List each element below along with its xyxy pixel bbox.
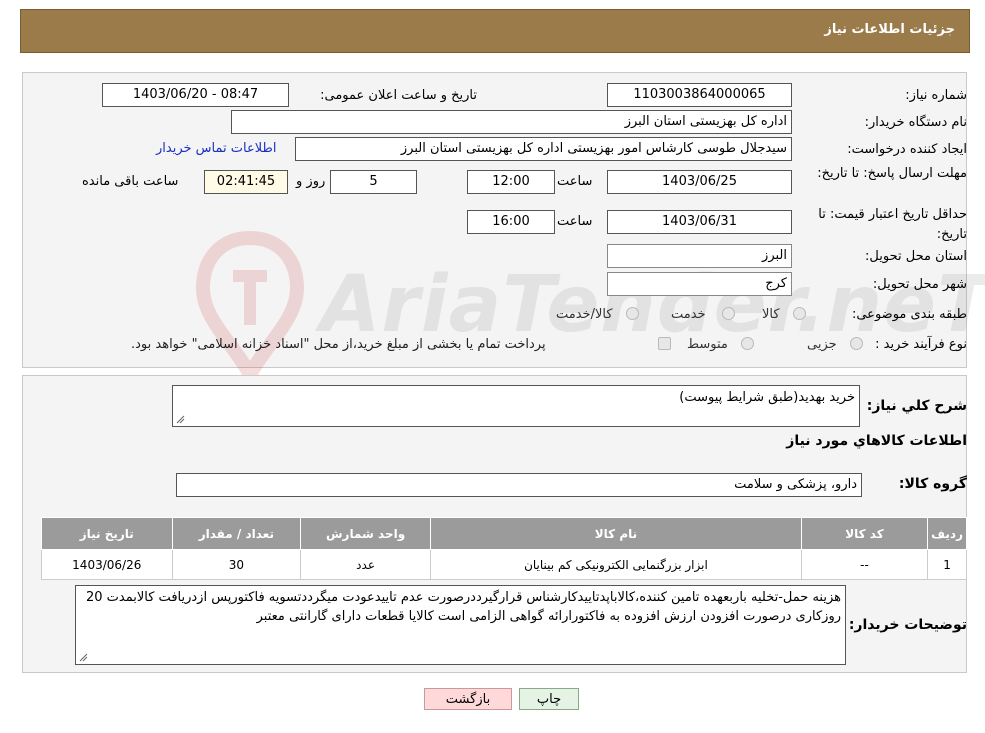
- process-option-minor: جزیی: [807, 337, 837, 352]
- category-label: طبقه بندی موضوعی:: [851, 307, 967, 322]
- deadline-time-field: 12:00: [467, 170, 555, 194]
- remaining-time-field: 02:41:45: [204, 170, 288, 194]
- days-label: روز و: [296, 174, 326, 189]
- cell-unit: عدد: [300, 549, 432, 580]
- requester-label: ایجاد کننده درخواست:: [847, 142, 967, 157]
- announce-label: تاریخ و ساعت اعلان عمومی:: [320, 88, 477, 103]
- cell-row: 1: [927, 549, 967, 580]
- group-label: گروه کالا:: [898, 476, 967, 492]
- validity-time-label: ساعت: [557, 214, 593, 229]
- items-table: ردیف کد کالا نام کالا واحد شمارش تعداد /…: [41, 517, 967, 580]
- print-button[interactable]: چاپ: [519, 688, 579, 710]
- resize-grip-icon: [176, 415, 185, 424]
- requester-field: سیدجلال طوسی کارشاس امور بهزیستی اداره ک…: [295, 137, 792, 161]
- buyer-contact-link[interactable]: اطلاعات تماس خریدار: [156, 141, 276, 156]
- category-radio-goods[interactable]: [793, 307, 806, 320]
- process-radio-minor[interactable]: [850, 337, 863, 350]
- page-header: جزئیات اطلاعات نیاز: [20, 9, 970, 53]
- col-date: تاریخ نیاز: [41, 517, 173, 550]
- need-number-label: شماره نیاز:: [905, 88, 967, 103]
- table-row: 1 -- ابزار بزرگنمایی الکترونیکی کم بینای…: [41, 549, 967, 580]
- page-title: جزئیات اطلاعات نیاز: [824, 22, 955, 37]
- col-code: کد کالا: [800, 517, 929, 550]
- cell-date: 1403/06/26: [41, 549, 173, 580]
- days-field: 5: [330, 170, 417, 194]
- buyer-org-field: اداره کل بهزیستی استان البرز: [231, 110, 792, 134]
- treasury-checkbox[interactable]: [658, 337, 671, 350]
- validity-label: حداقل تاریخ اعتبار قیمت: تا تاریخ:: [818, 207, 967, 242]
- desc-field: خرید بهدید(طبق شرایط پیوست): [172, 385, 860, 427]
- group-field: دارو، پزشکی و سلامت: [176, 473, 862, 497]
- process-label: نوع فرآیند خرید :: [875, 337, 967, 352]
- col-row: ردیف: [927, 517, 967, 550]
- category-radio-service[interactable]: [722, 307, 735, 320]
- announce-field: 1403/06/20 - 08:47: [102, 83, 289, 107]
- desc-label: شرح کلي نياز:: [866, 398, 967, 414]
- city-field: کرج: [607, 272, 792, 296]
- col-qty: تعداد / مقدار: [171, 517, 302, 550]
- resize-grip-icon: [79, 653, 88, 662]
- col-unit: واحد شمارش: [300, 517, 432, 550]
- need-number-field: 1103003864000065: [607, 83, 792, 107]
- deadline-date-field: 1403/06/25: [607, 170, 792, 194]
- col-name: نام کالا: [430, 517, 802, 550]
- deadline-label: مهلت ارسال پاسخ: تا تاریخ:: [817, 166, 967, 181]
- items-table-header: ردیف کد کالا نام کالا واحد شمارش تعداد /…: [41, 517, 967, 550]
- cell-name: ابزار بزرگنمایی الکترونیکی کم بینایان: [430, 549, 802, 580]
- buyer-notes-value: هزینه حمل-تخلیه باربعهده تامین کننده،کال…: [85, 590, 841, 624]
- process-note: پرداخت تمام یا بخشی از مبلغ خرید،از محل …: [131, 337, 546, 352]
- buyer-notes-field: هزینه حمل-تخلیه باربعهده تامین کننده،کال…: [75, 585, 846, 665]
- validity-date-field: 1403/06/31: [607, 210, 792, 234]
- cell-qty: 30: [171, 549, 302, 580]
- city-label: شهر محل تحویل:: [872, 277, 967, 292]
- remaining-label: ساعت باقی مانده: [82, 174, 179, 189]
- process-radio-medium[interactable]: [741, 337, 754, 350]
- buyer-notes-label: توضیحات خریدار:: [848, 617, 967, 633]
- validity-time-field: 16:00: [467, 210, 555, 234]
- cell-code: --: [800, 549, 929, 580]
- items-title: اطلاعات کالاهاي مورد نياز: [786, 433, 967, 449]
- category-option-goods-service: کالا/خدمت: [556, 307, 613, 322]
- province-field: البرز: [607, 244, 792, 268]
- category-radio-goods-service[interactable]: [626, 307, 639, 320]
- province-label: استان محل تحویل:: [865, 249, 967, 264]
- deadline-time-label: ساعت: [557, 174, 593, 189]
- category-option-goods: کالا: [762, 307, 780, 322]
- process-option-medium: متوسط: [687, 337, 728, 352]
- desc-value: خرید بهدید(طبق شرایط پیوست): [679, 390, 855, 405]
- back-button[interactable]: بازگشت: [424, 688, 512, 710]
- buyer-org-label: نام دستگاه خریدار:: [864, 115, 967, 130]
- category-option-service: خدمت: [671, 307, 706, 322]
